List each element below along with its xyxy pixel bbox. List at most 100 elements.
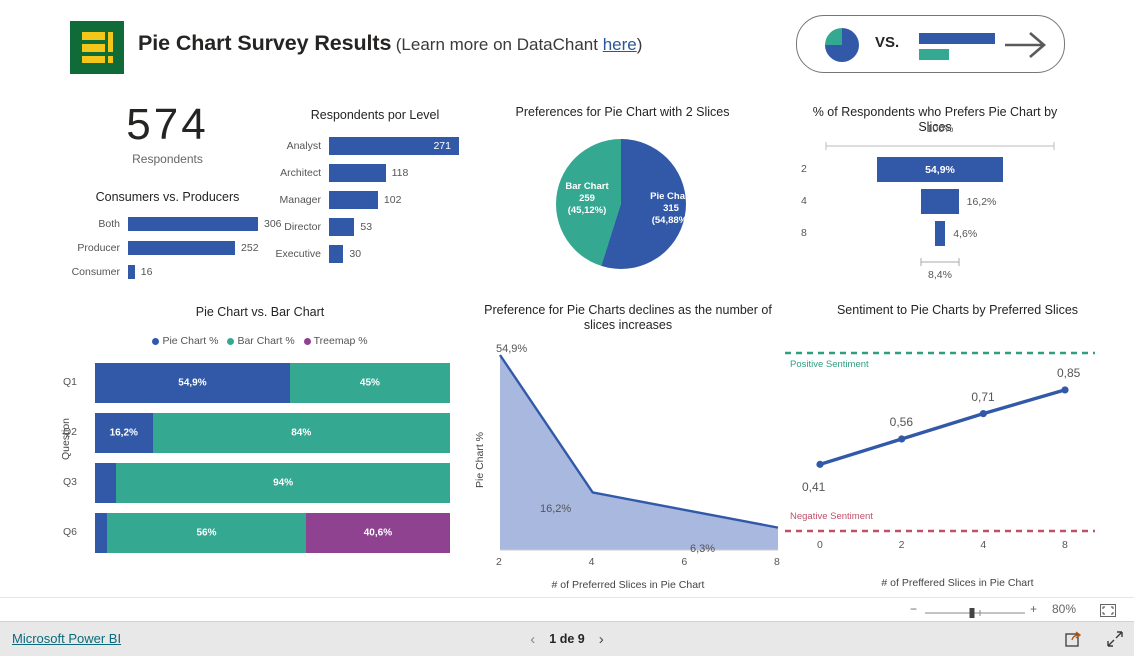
kpi-label: Respondents — [132, 152, 203, 166]
pie-slice-label: Bar Chart 259 (45,12%) — [565, 181, 609, 216]
bar-category-label: Consumer — [71, 266, 120, 278]
arrow-right-icon — [1005, 32, 1046, 58]
respondents-kpi-card: 574 Respondents — [60, 100, 275, 180]
bar-category-label: Both — [98, 218, 120, 230]
data-point-label: 6,3% — [690, 543, 716, 555]
stacked-bar-segment[interactable]: 40,6% — [305, 513, 450, 553]
bar-value-label: 118 — [391, 167, 409, 179]
bar-category-label: Executive — [275, 248, 321, 260]
stacked-bar-segment[interactable]: 45% — [289, 363, 450, 403]
legend-label: Bar Chart % — [237, 335, 295, 347]
stacked-segment-label: 94% — [273, 477, 294, 489]
data-point-label: 0,56 — [889, 415, 914, 429]
consumers-vs-producers-chart[interactable]: Consumers vs. Producers Both 306 Producer 2… — [60, 190, 282, 290]
data-point-label: 0,41 — [802, 480, 826, 495]
area-plot[interactable] — [499, 354, 779, 552]
stacked-bar-segment[interactable] — [95, 463, 117, 503]
bar-row[interactable]: Producer 252 — [60, 240, 275, 256]
legend-item[interactable]: Bar Chart % — [227, 335, 295, 347]
stacked-category-label: Q1 — [63, 376, 78, 388]
bar-segment[interactable] — [329, 245, 344, 263]
funnel-bar[interactable] — [921, 189, 959, 214]
stacked-bar-row[interactable]: 56% 40,6% — [95, 513, 450, 553]
bar-row[interactable]: Analyst 271 — [275, 136, 475, 156]
legend-color-dot — [152, 337, 160, 345]
respondents-por-level-chart[interactable]: Respondents por Level Analyst 271 Architec… — [275, 108, 475, 288]
stacked-category-label: Q2 — [63, 426, 78, 438]
stacked-segment-label: 40,6% — [363, 527, 393, 539]
fit-to-page-icon[interactable] — [1100, 604, 1116, 617]
stacked-bar-segment[interactable]: 16,2% — [95, 413, 153, 453]
share-icon[interactable] — [1065, 630, 1083, 648]
bar-segment[interactable] — [128, 241, 236, 255]
stacked-bar-segment[interactable]: 54,9% — [95, 363, 290, 403]
bar-segment[interactable] — [329, 191, 378, 209]
data-point-label: 0,85 — [1057, 365, 1081, 380]
x-axis-tick-label: 4 — [588, 556, 595, 568]
bar-category-label: Architect — [280, 167, 321, 179]
legend-item[interactable]: Pie Chart % — [152, 335, 218, 347]
sentiment-line-chart[interactable]: Sentiment to Pie Charts by Preferred Sli… — [785, 303, 1130, 593]
data-point-marker[interactable] — [979, 410, 987, 418]
percent-prefers-pie-funnel-chart[interactable]: % of Respondents who Prefers Pie Chart b… — [795, 105, 1075, 295]
legend-label: Pie Chart % — [162, 335, 219, 347]
datachant-link[interactable]: here — [603, 35, 637, 54]
data-point-marker[interactable] — [816, 460, 824, 468]
bar-row[interactable]: Architect 118 — [275, 163, 475, 183]
data-point-label: 16,2% — [540, 503, 572, 515]
preference-declines-area-chart[interactable]: Preference for Pie Charts declines as th… — [468, 303, 788, 593]
stacked-bar-row[interactable]: 54,9% 45% — [95, 363, 450, 403]
bar-row[interactable]: Director 53 — [275, 217, 475, 237]
fullscreen-icon[interactable] — [1106, 630, 1124, 648]
bar-chart-icon — [919, 33, 995, 44]
legend-color-dot — [303, 337, 311, 345]
legend-item[interactable]: Treemap % — [303, 335, 368, 347]
preferences-pie-chart[interactable]: Preferences for Pie Chart with 2 Slices … — [490, 105, 755, 285]
bar-segment[interactable] — [128, 265, 135, 279]
zoom-slider[interactable] — [925, 607, 1025, 619]
bar-value-label: 252 — [241, 242, 259, 254]
zoom-out-button[interactable]: − — [910, 602, 917, 616]
stacked-segment-label: 45% — [359, 377, 380, 389]
bar-row[interactable]: Consumer 16 — [60, 264, 275, 280]
funnel-value-label-outside: 16,2% — [966, 196, 997, 208]
bar-segment[interactable] — [128, 217, 258, 231]
chevron-right-icon[interactable]: › — [599, 631, 604, 648]
x-axis-tick-label: 6 — [681, 556, 688, 568]
stacked-bar-segment[interactable]: 84% — [152, 413, 450, 453]
bar-row[interactable]: Manager 102 — [275, 190, 475, 210]
funnel-conversion-bracket — [920, 258, 960, 266]
pie-vs-bar-banner: VS. — [796, 15, 1065, 73]
funnel-category-label: 8 — [801, 227, 807, 239]
zoom-level-label: 80% — [1052, 602, 1077, 616]
bar-segment[interactable] — [329, 164, 386, 182]
bar-row[interactable]: Executive 30 — [275, 244, 475, 264]
chart-title: Pie Chart vs. Bar Chart — [195, 305, 325, 319]
stacked-bar-segment[interactable] — [95, 513, 108, 553]
bar-segment[interactable] — [329, 218, 355, 236]
bar-row[interactable]: Both 306 — [60, 216, 282, 232]
stacked-bar-row[interactable]: 16,2% 84% — [95, 413, 450, 453]
subtitle-suffix: ) — [636, 35, 643, 54]
funnel-category-label: 2 — [801, 163, 807, 175]
bar-category-label: Manager — [279, 194, 321, 206]
report-header: Pie Chart Survey Results (Learn more on … — [0, 0, 1134, 92]
pie-vs-bar-stacked-chart[interactable]: Pie Chart vs. Bar Chart Pie Chart % Bar C… — [50, 305, 470, 590]
funnel-bar[interactable] — [934, 221, 946, 246]
x-axis-tick-label: 8 — [774, 556, 780, 568]
stacked-segment-label: 84% — [291, 427, 312, 439]
funnel-value-label-outside: 4,6% — [953, 228, 978, 240]
bar-category-label: Analyst — [286, 140, 321, 152]
bar-value-label: 102 — [383, 194, 402, 206]
stacked-category-label: Q6 — [63, 526, 78, 538]
chart-legend[interactable]: Pie Chart % Bar Chart % Treemap % — [50, 335, 470, 347]
zoom-in-button[interactable]: + — [1030, 602, 1037, 616]
chevron-left-icon[interactable]: ‹ — [530, 631, 535, 648]
funnel-total-label: 100% — [926, 123, 954, 135]
stacked-bar-segment[interactable]: 56% — [107, 513, 306, 553]
bar-category-label: Producer — [77, 242, 120, 254]
data-point-marker[interactable] — [898, 435, 906, 443]
stacked-bar-segment[interactable]: 94% — [116, 463, 450, 503]
stacked-bar-row[interactable]: 94% — [95, 463, 450, 503]
data-point-marker[interactable] — [1061, 386, 1069, 394]
